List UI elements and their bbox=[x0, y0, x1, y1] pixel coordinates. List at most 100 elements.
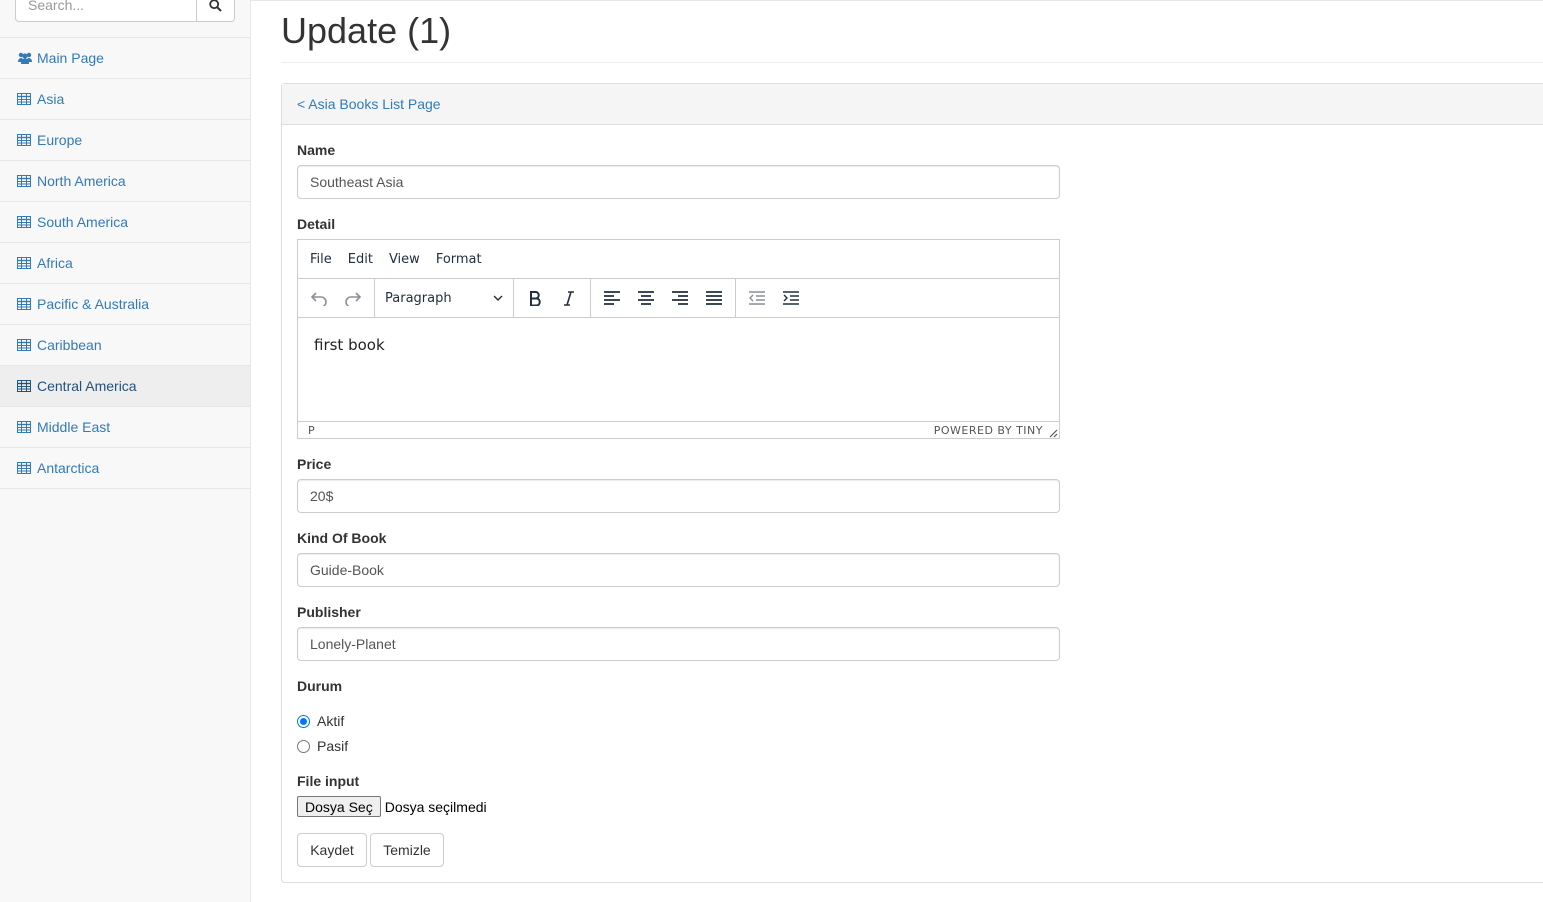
sidebar-nav: Main Page Asia Europe North America Sout… bbox=[0, 38, 250, 489]
sidebar-item-europe[interactable]: Europe bbox=[0, 120, 250, 161]
kind-of-book-label: Kind Of Book bbox=[297, 530, 387, 546]
align-center-button[interactable] bbox=[629, 283, 663, 313]
align-left-button[interactable] bbox=[595, 283, 629, 313]
file-input: Dosya Seç Dosya seçilmedi bbox=[297, 796, 487, 817]
file-input-label: File input bbox=[297, 773, 360, 789]
users-icon bbox=[17, 51, 33, 65]
table-icon bbox=[17, 379, 33, 393]
sidebar-item-central-america[interactable]: Central America bbox=[0, 366, 250, 407]
sidebar-item-north-america[interactable]: North America bbox=[0, 161, 250, 202]
outdent-button[interactable] bbox=[740, 283, 774, 313]
menu-format[interactable]: Format bbox=[428, 252, 490, 267]
sidebar-item-pacific-australia[interactable]: Pacific & Australia bbox=[0, 284, 250, 325]
sidebar-item-middle-east[interactable]: Middle East bbox=[0, 407, 250, 448]
clear-button[interactable]: Temizle bbox=[370, 833, 444, 867]
sidebar-item-label: Main Page bbox=[37, 50, 104, 66]
editor-menubar: File Edit View Format bbox=[298, 240, 1059, 279]
top-border bbox=[251, 0, 1543, 1]
sidebar-item-asia[interactable]: Asia bbox=[0, 79, 250, 120]
sidebar-item-label: Europe bbox=[37, 132, 83, 148]
table-icon bbox=[17, 174, 33, 188]
sidebar-item-africa[interactable]: Africa bbox=[0, 243, 250, 284]
undo-button[interactable] bbox=[302, 283, 336, 313]
divider bbox=[281, 62, 1543, 63]
editor-statusbar: P POWERED BY TINY bbox=[298, 421, 1059, 439]
panel-heading: < Asia Books List Page bbox=[282, 84, 1543, 125]
sidebar-item-label: Central America bbox=[37, 378, 137, 394]
chevron-down-icon bbox=[493, 295, 503, 301]
name-field[interactable] bbox=[297, 165, 1060, 199]
back-to-list-link[interactable]: < Asia Books List Page bbox=[297, 96, 441, 112]
block-format-group: Paragraph bbox=[375, 278, 514, 318]
align-center-icon bbox=[638, 291, 654, 305]
alignment-group bbox=[591, 278, 736, 318]
align-left-icon bbox=[604, 291, 620, 305]
sidebar-item-main-page[interactable]: Main Page bbox=[0, 38, 250, 79]
menu-file[interactable]: File bbox=[302, 252, 340, 267]
menu-edit[interactable]: Edit bbox=[340, 252, 381, 267]
sidebar-item-label: Africa bbox=[37, 255, 73, 271]
search-input[interactable] bbox=[15, 0, 197, 22]
table-icon bbox=[17, 297, 33, 311]
indent-button[interactable] bbox=[774, 283, 808, 313]
indent-group bbox=[736, 279, 812, 318]
italic-button[interactable] bbox=[552, 283, 586, 313]
kind-of-book-field[interactable] bbox=[297, 553, 1060, 587]
table-icon bbox=[17, 256, 33, 270]
outdent-icon bbox=[749, 291, 765, 305]
align-justify-button[interactable] bbox=[697, 283, 731, 313]
durum-label: Durum bbox=[297, 678, 343, 694]
rich-text-editor: File Edit View Format Paragraph first bo… bbox=[297, 239, 1060, 439]
align-right-button[interactable] bbox=[663, 283, 697, 313]
table-icon bbox=[17, 420, 33, 434]
table-icon bbox=[17, 461, 33, 475]
powered-by-tiny-link[interactable]: POWERED BY TINY bbox=[934, 424, 1043, 437]
undo-icon bbox=[310, 292, 327, 306]
bold-icon bbox=[530, 291, 541, 306]
sidebar-item-antarctica[interactable]: Antarctica bbox=[0, 448, 250, 489]
block-format-value: Paragraph bbox=[385, 290, 452, 306]
search-button[interactable] bbox=[197, 0, 235, 22]
sidebar-item-south-america[interactable]: South America bbox=[0, 202, 250, 243]
sidebar-item-label: Asia bbox=[37, 91, 65, 107]
search-icon bbox=[209, 0, 222, 12]
sidebar-item-label: Pacific & Australia bbox=[37, 296, 150, 312]
sidebar-item-label: South America bbox=[37, 214, 129, 230]
block-format-select[interactable]: Paragraph bbox=[377, 283, 511, 313]
detail-label: Detail bbox=[297, 216, 336, 232]
sidebar-item-label: Middle East bbox=[37, 419, 111, 435]
choose-file-button[interactable]: Dosya Seç bbox=[297, 796, 381, 817]
bold-button[interactable] bbox=[518, 283, 552, 313]
table-icon bbox=[17, 215, 33, 229]
radio-button[interactable] bbox=[297, 739, 310, 753]
publisher-field[interactable] bbox=[297, 627, 1060, 661]
save-button[interactable]: Kaydet bbox=[297, 833, 367, 867]
table-icon bbox=[17, 92, 33, 106]
price-field[interactable] bbox=[297, 479, 1060, 513]
indent-icon bbox=[783, 291, 799, 305]
radio-pasif-label: Pasif bbox=[317, 738, 349, 754]
menu-view[interactable]: View bbox=[381, 252, 428, 267]
align-justify-icon bbox=[706, 291, 722, 305]
text-style-group bbox=[514, 278, 591, 318]
table-icon bbox=[17, 338, 33, 352]
radio-pasif[interactable]: Pasif bbox=[297, 738, 348, 754]
file-status-text: Dosya seçilmedi bbox=[384, 798, 487, 815]
element-path[interactable]: P bbox=[308, 424, 315, 437]
page-title: Update (1) bbox=[281, 10, 452, 51]
history-group bbox=[298, 278, 375, 318]
radio-button-checked[interactable] bbox=[297, 714, 310, 728]
resize-handle-icon[interactable] bbox=[1048, 428, 1058, 438]
redo-button[interactable] bbox=[336, 283, 370, 313]
sidebar-item-caribbean[interactable]: Caribbean bbox=[0, 325, 250, 366]
sidebar-item-label: North America bbox=[37, 173, 126, 189]
editor-toolbar: Paragraph bbox=[298, 278, 1059, 318]
table-icon bbox=[17, 133, 33, 147]
radio-aktif[interactable]: Aktif bbox=[297, 713, 344, 729]
editor-content[interactable]: first book bbox=[298, 318, 1059, 421]
sidebar-item-label: Caribbean bbox=[37, 337, 102, 353]
italic-icon bbox=[564, 291, 574, 306]
name-label: Name bbox=[297, 142, 336, 158]
sidebar: Main Page Asia Europe North America Sout… bbox=[0, 0, 251, 902]
radio-aktif-label: Aktif bbox=[317, 713, 345, 729]
